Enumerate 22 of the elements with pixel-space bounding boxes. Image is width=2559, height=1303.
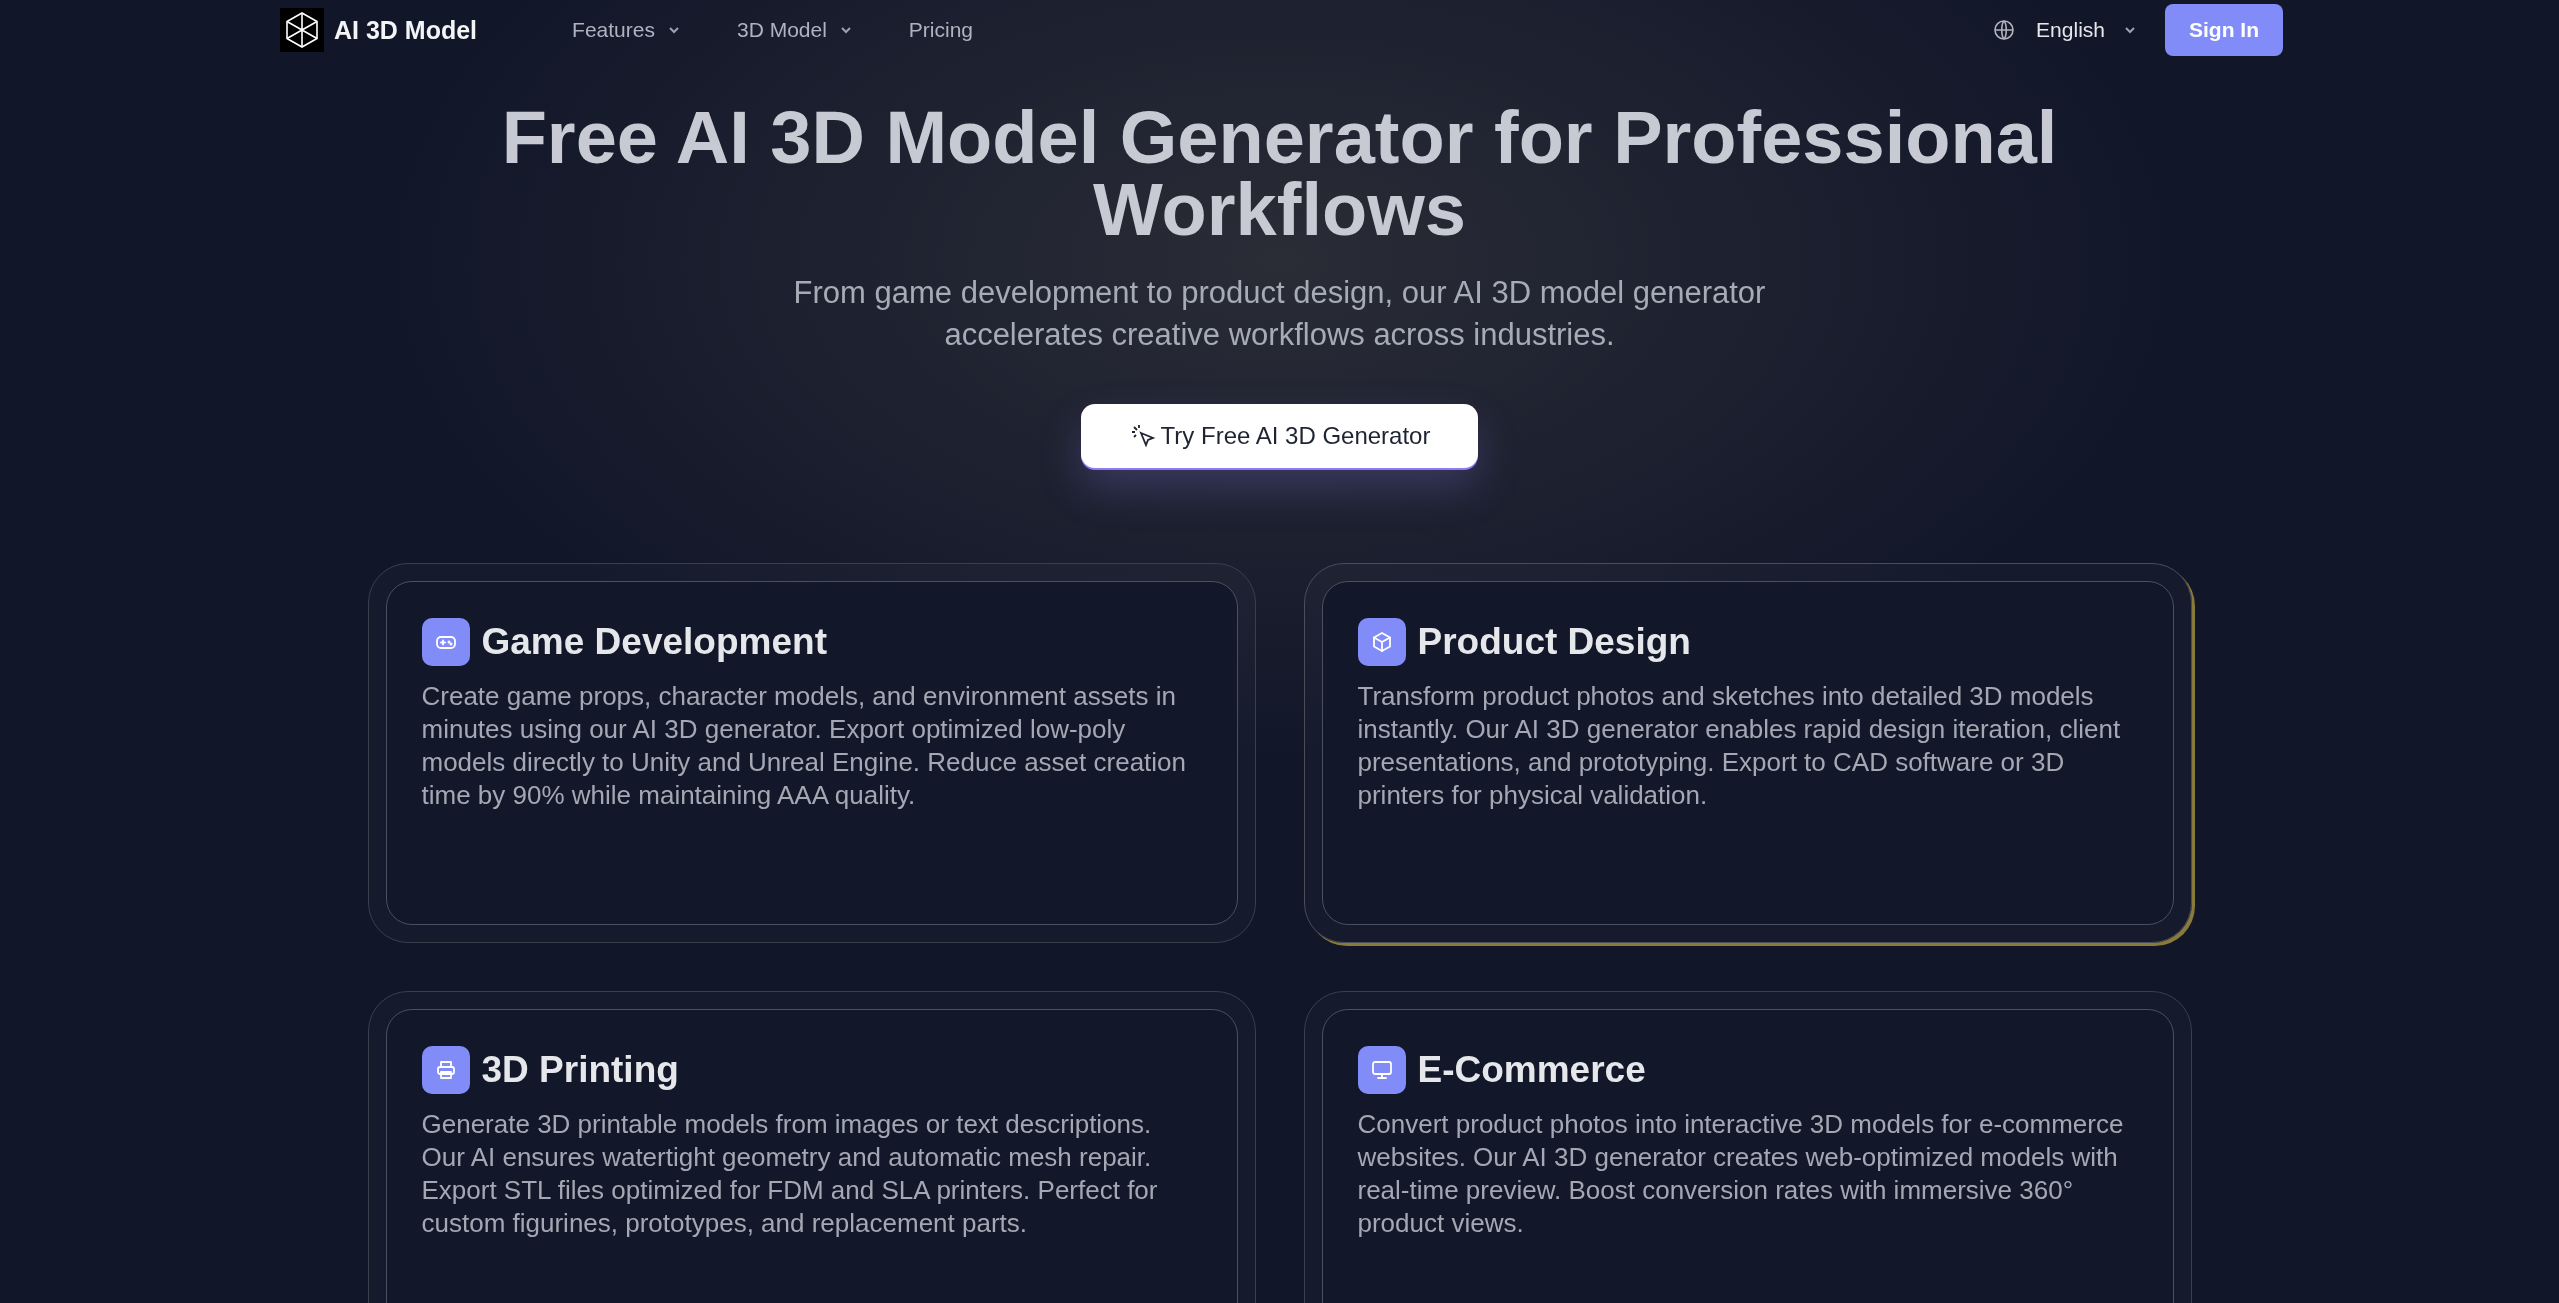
- hero-subtitle: From game development to product design, our AI 3D model generator accelerates creative workflows across industries.: [792, 274, 1767, 354]
- printer-icon: [421, 1046, 470, 1094]
- card-description: Transform product photos and sketches into detailed 3D models instantly. Our AI 3D generator enables rapid design iteration, client presentations, and prototyping. Export to CAD software or 3D printers for physical validation.: [1357, 680, 2122, 812]
- globe-icon: [1992, 18, 2017, 42]
- brand-name[interactable]: AI 3D Model: [334, 15, 478, 45]
- language-selector[interactable]: English: [2030, 17, 2143, 43]
- cube-icon: [1357, 618, 1406, 666]
- card-title: Game Development: [481, 621, 827, 663]
- nav-link[interactable]: 3D Model: [736, 18, 853, 42]
- card-description: Convert product photos into interactive 3D models for e-commerce websites. Our AI 3D generator creates web-optimized models with real-time preview. Boost conversion rates with immersive 360° product views.: [1357, 1108, 2125, 1240]
- card-description: Create game props, character models, and environment assets in minutes using our AI 3D generator. Export optimized low-poly models directly to Unity and Unreal Engine. Reduce asset creation time by 90% while maintaining AAA quality.: [421, 680, 1187, 812]
- nav-link[interactable]: Features: [572, 18, 681, 42]
- gamepad-icon: [421, 618, 470, 666]
- card-title: 3D Printing: [481, 1049, 679, 1091]
- nav-link[interactable]: Pricing: [908, 18, 974, 42]
- card-description: Generate 3D printable models from images or text descriptions. Our AI ensures watertight geometry and automatic mesh repair. Export STL files optimized for FDM and SLA printers. Perfect for custom figurines, prototypes, and replacement parts.: [421, 1108, 1159, 1240]
- cube-logo-icon[interactable]: [280, 8, 324, 52]
- card-title: E-Commerce: [1417, 1049, 1646, 1091]
- try-generator-button[interactable]: Try Free AI 3D Generator: [1080, 404, 1479, 468]
- monitor-icon: [1357, 1046, 1406, 1094]
- card-title: Product Design: [1417, 621, 1691, 663]
- hero-title: Free AI 3D Model Generator for Professional Workflows: [500, 102, 2059, 246]
